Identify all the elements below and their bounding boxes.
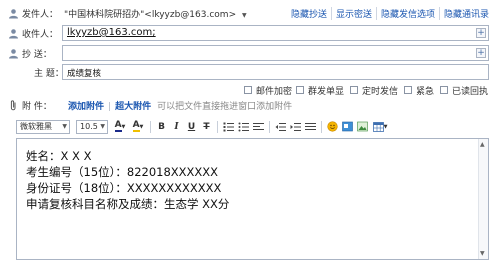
to-row: 收件人： lkyyzb@163.com; + (0, 24, 499, 42)
indent-decrease-icon[interactable] (273, 120, 288, 134)
option-urgent[interactable]: 紧急 (404, 84, 434, 97)
scroll-down-icon[interactable]: ▼ (480, 250, 485, 257)
subject-label: 主 题： (34, 68, 64, 79)
font-family-select[interactable]: 微软雅黑 ▼ (16, 119, 70, 134)
chevron-down-icon: ▼ (62, 123, 67, 130)
recipient-icon (8, 28, 19, 39)
cc-icon (8, 48, 19, 59)
sender-value: "中国林科院研招办"<lkyyzb@163.com> (64, 9, 237, 20)
highlight-color-icon: A (132, 120, 140, 132)
scroll-up-icon[interactable]: ▲ (480, 141, 485, 148)
hide-contacts-link[interactable]: 隐藏通讯录 (438, 6, 493, 20)
toolbar-divider (150, 120, 151, 133)
font-family-value: 微软雅黑 (20, 122, 52, 131)
attachment-separator: | (108, 101, 112, 112)
cc-label: 抄 送： (22, 49, 52, 60)
message-body-editor[interactable]: 姓名：X X X 考生编号（15位）：822018XXXXXX 身份证号（18位… (16, 138, 489, 260)
indent-increase-icon[interactable] (288, 120, 303, 134)
hide-send-options-link[interactable]: 隐藏发信选项 (375, 6, 439, 20)
option-separate-send[interactable]: 群发单显 (296, 84, 344, 97)
align-justify-icon[interactable] (303, 120, 318, 134)
toolbar-divider (269, 120, 270, 133)
urgent-checkbox[interactable] (404, 86, 412, 94)
subject-value: 成绩复核 (67, 69, 102, 79)
body-line: 身份证号（18位）：XXXXXXXXXXXX (26, 181, 222, 195)
large-attachment-link[interactable]: 超大附件 (115, 102, 151, 112)
screenshot-icon[interactable] (340, 120, 355, 134)
attachment-hint: 可以把文件直接拖进窗口添加附件 (157, 101, 293, 112)
paperclip-icon (8, 99, 19, 111)
font-color-icon: A (114, 120, 122, 132)
sender-row: 发件人： "中国林科院研招办"<lkyyzb@163.com> ▼ 隐藏抄送 显… (0, 6, 499, 20)
separate-send-checkbox[interactable] (296, 86, 304, 94)
chevron-down-icon: ▼ (241, 11, 247, 19)
chevron-down-icon: ▼ (383, 123, 388, 130)
to-label: 收件人： (22, 29, 59, 40)
header-links: 隐藏抄送 显示密送 隐藏发信选项 隐藏通讯录 (287, 6, 493, 20)
font-size-select[interactable]: 10.5 ▼ (76, 119, 108, 134)
italic-button[interactable]: I (169, 120, 184, 134)
body-line: 姓名：X X X (26, 149, 92, 163)
image-icon[interactable] (355, 120, 370, 134)
hide-cc-link[interactable]: 隐藏抄送 (287, 7, 331, 20)
scheduled-checkbox[interactable] (350, 86, 358, 94)
highlight-color-button[interactable]: A ▼ (129, 120, 147, 134)
underline-button[interactable]: U (184, 120, 199, 134)
editor-scrollbar[interactable]: ▲ ▼ (478, 139, 488, 259)
sender-select[interactable]: "中国林科院研招办"<lkyyzb@163.com> ▼ (64, 7, 247, 20)
toolbar-divider (321, 120, 322, 133)
subject-field[interactable]: 成绩复核 (62, 64, 489, 80)
body-line: 考生编号（15位）：822018XXXXXX (26, 165, 219, 179)
option-encrypt[interactable]: 邮件加密 (244, 84, 292, 97)
strikethrough-button[interactable]: T (199, 120, 214, 134)
attachment-actions: 添加附件 | 超大附件 可以把文件直接拖进窗口添加附件 (68, 99, 292, 112)
send-options-row: 邮件加密 群发单显 定时发信 紧急 已读回执 (0, 84, 499, 97)
attachment-label: 附 件： (22, 101, 52, 112)
encrypt-checkbox[interactable] (244, 86, 252, 94)
format-toolbar: 微软雅黑 ▼ 10.5 ▼ A ▼ A ▼ B I U T ▼ (16, 118, 489, 135)
chevron-down-icon: ▼ (100, 123, 105, 130)
chevron-down-icon: ▼ (121, 123, 126, 130)
add-cc-icon[interactable]: + (476, 48, 486, 58)
align-left-icon[interactable] (251, 120, 266, 134)
cc-row: 抄 送： + (0, 44, 499, 62)
add-attachment-link[interactable]: 添加附件 (68, 102, 104, 112)
bold-button[interactable]: B (154, 120, 169, 134)
read-receipt-checkbox[interactable] (440, 86, 448, 94)
option-scheduled[interactable]: 定时发信 (350, 84, 398, 97)
cc-field[interactable]: + (62, 45, 489, 61)
option-read-receipt[interactable]: 已读回执 (440, 84, 488, 97)
font-size-value: 10.5 (80, 122, 98, 131)
table-icon (372, 121, 384, 132)
toolbar-divider (217, 120, 218, 133)
body-line: 申请复核科目名称及成绩：生态学 XX分 (26, 197, 230, 211)
table-button[interactable]: ▼ (370, 120, 390, 134)
show-bcc-link[interactable]: 显示密送 (330, 6, 376, 20)
sender-label: 发件人： (22, 9, 59, 20)
sender-icon (8, 8, 19, 19)
to-value: lkyyzb@163.com; (67, 27, 156, 38)
add-recipient-icon[interactable]: + (476, 28, 486, 38)
chevron-down-icon: ▼ (139, 123, 144, 130)
bullet-list-icon[interactable] (236, 120, 251, 134)
attachment-row: 附 件： 添加附件 | 超大附件 可以把文件直接拖进窗口添加附件 (0, 99, 499, 112)
numbered-list-icon[interactable] (221, 120, 236, 134)
subject-row: 主 题： 成绩复核 (0, 63, 499, 81)
emoji-icon[interactable] (325, 120, 340, 134)
font-color-button[interactable]: A ▼ (111, 120, 129, 134)
to-field[interactable]: lkyyzb@163.com; + (62, 25, 489, 41)
